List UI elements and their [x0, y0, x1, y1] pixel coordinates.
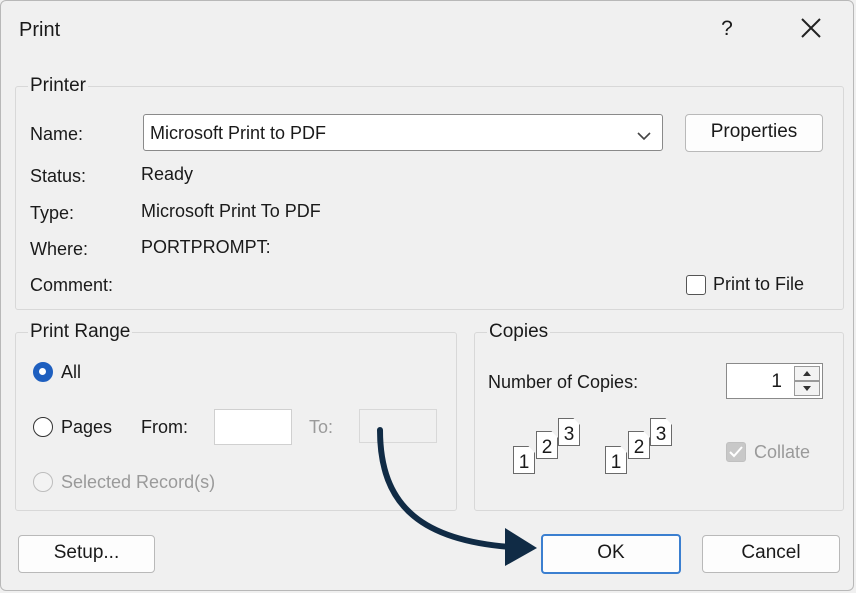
cancel-button[interactable]: Cancel	[702, 535, 840, 573]
chevron-down-icon	[803, 386, 811, 391]
selected-records-radio[interactable]	[33, 472, 53, 492]
collate-label: Collate	[754, 442, 811, 462]
printer-legend: Printer	[30, 75, 86, 96]
window-title: Print	[19, 19, 61, 41]
spin-up-button[interactable]	[794, 366, 820, 381]
close-icon	[801, 18, 821, 38]
from-label: From:	[141, 417, 188, 437]
pages-label: Pages	[61, 417, 113, 437]
copies-legend: Copies	[489, 321, 549, 342]
page-icon-2: 2	[628, 431, 650, 459]
properties-button[interactable]: Properties	[685, 114, 823, 152]
copies-value: 1	[771, 371, 782, 392]
setup-button[interactable]: Setup...	[18, 535, 155, 573]
print-range-legend: Print Range	[30, 321, 131, 342]
print-dialog: Print ? Printer Name: Microsoft Print to…	[0, 0, 854, 591]
copies-group: Copies	[474, 321, 844, 511]
where-label: Where:	[30, 239, 89, 259]
page-icon-3: 3	[650, 418, 672, 446]
close-button[interactable]	[796, 13, 826, 43]
chevron-up-icon	[803, 371, 811, 376]
print-to-file-label: Print to File	[713, 274, 805, 294]
copies-stepper[interactable]: 1	[726, 363, 823, 399]
page-icon-3: 3	[558, 418, 580, 446]
all-label: All	[61, 362, 82, 382]
checkmark-icon	[729, 446, 743, 458]
printer-name-select[interactable]: Microsoft Print to PDF	[143, 114, 663, 151]
type-value: Microsoft Print To PDF	[141, 201, 321, 221]
all-radio[interactable]	[33, 362, 53, 382]
page-icon-1: 1	[605, 446, 627, 474]
status-value: Ready	[141, 164, 194, 184]
ok-button[interactable]: OK	[541, 534, 681, 574]
chevron-down-icon	[636, 126, 652, 148]
selected-records-label: Selected Record(s)	[61, 472, 216, 492]
where-value: PORTPROMPT:	[141, 237, 271, 257]
from-input[interactable]	[214, 409, 292, 445]
name-label: Name:	[30, 124, 84, 144]
pages-radio[interactable]	[33, 417, 53, 437]
page-icon-1: 1	[513, 446, 535, 474]
number-of-copies-label: Number of Copies:	[488, 372, 639, 392]
collate-checkbox[interactable]	[726, 442, 746, 462]
to-label: To:	[309, 417, 334, 437]
help-button[interactable]: ?	[717, 17, 737, 41]
to-input[interactable]	[359, 409, 437, 443]
comment-label: Comment:	[30, 275, 114, 295]
status-label: Status:	[30, 166, 87, 186]
page-icon-2: 2	[536, 431, 558, 459]
spin-down-button[interactable]	[794, 381, 820, 396]
print-to-file-checkbox[interactable]	[686, 275, 706, 295]
type-label: Type:	[30, 203, 75, 223]
printer-name-value: Microsoft Print to PDF	[150, 123, 327, 143]
